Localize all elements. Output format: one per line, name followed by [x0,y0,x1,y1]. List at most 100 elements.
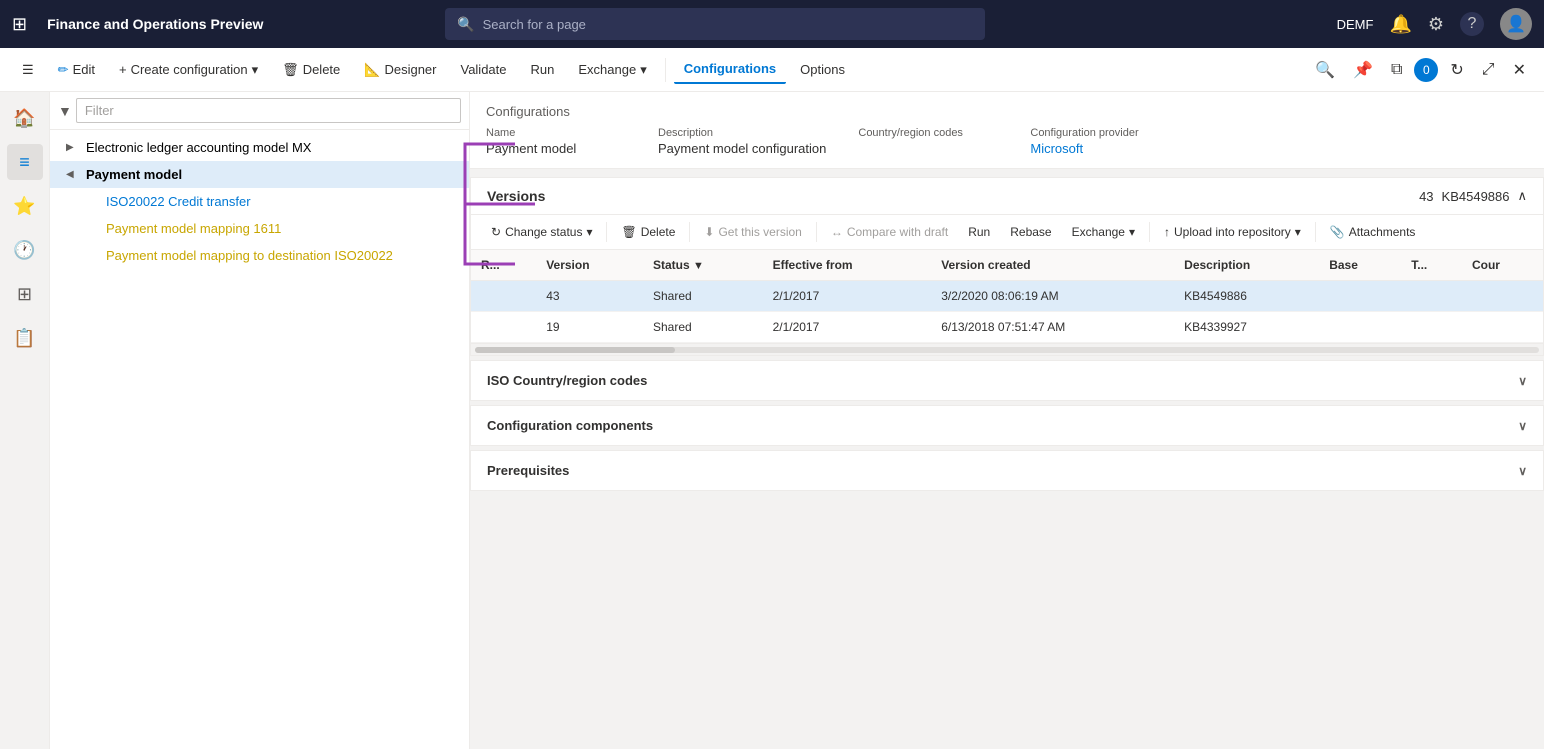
options-tab[interactable]: Options [790,56,855,83]
status-filter-icon[interactable]: ▼ [693,260,704,272]
versions-table-container: R... Version Status ▼ Effective from Ver… [471,250,1543,343]
toolbar-sep-2 [689,222,690,242]
exchange-versions-button[interactable]: Exchange ▾ [1064,221,1143,243]
sidebar-icon-clock[interactable]: 🕐 [7,232,43,268]
tree-item-payment-model[interactable]: ◀ Payment model [50,161,469,188]
sidebar-icon-notes[interactable]: 📋 [7,320,43,356]
versions-header: Versions 43 KB4549886 ∧ [471,178,1543,215]
table-row[interactable]: 43 Shared 2/1/2017 3/2/2020 08:06:19 AM … [471,281,1543,312]
table-row[interactable]: 19 Shared 2/1/2017 6/13/2018 07:51:47 AM… [471,312,1543,343]
tree-item-payment-mapping-dest[interactable]: Payment model mapping to destination ISO… [50,242,469,269]
command-bar: ☰ ✏ Edit + Create configuration ▾ 🗑 Dele… [0,48,1544,92]
tree-content: ▶ Electronic ledger accounting model MX … [50,130,469,749]
sidebar-left: 🏠 ≡ ⭐ 🕐 ⊞ 📋 [0,92,50,749]
exchange-button[interactable]: Exchange ▾ [568,56,656,84]
run-versions-button[interactable]: Run [960,221,998,243]
sidebar-icon-grid[interactable]: ⊞ [7,276,43,312]
refresh-button[interactable]: 0 [1414,58,1438,82]
upload-repository-button[interactable]: ↑ Upload into repository ▾ [1156,221,1309,243]
edit-button[interactable]: ✏ Edit [48,56,105,84]
tree-item-label: ISO20022 Credit transfer [106,194,461,209]
prerequisites-header[interactable]: Prerequisites ∨ [471,451,1543,490]
scroll-thumb[interactable] [475,347,675,353]
validate-button[interactable]: Validate [450,56,516,83]
get-version-icon: ⬇ [704,225,714,239]
delete-button[interactable]: 🗑 Delete [272,56,350,84]
main-layout: 🏠 ≡ ⭐ 🕐 ⊞ 📋 ▼ ▶ Electronic ledger accoun… [0,92,1544,749]
rebase-button[interactable]: Rebase [1002,221,1059,243]
filter-input[interactable] [76,98,461,123]
sidebar-icon-home[interactable]: 🏠 [7,100,43,136]
th-r: R... [471,250,536,281]
field-value-provider[interactable]: Microsoft [1030,141,1170,156]
command-bar-right: 🔍 📌 ⧉ 0 ↻ ⤢ ✕ [1309,54,1532,86]
designer-button[interactable]: 📐 Designer [354,56,446,84]
cell-version: 19 [536,312,643,343]
horizontal-scrollbar[interactable] [471,343,1543,355]
tree-item-label: Payment model mapping 1611 [106,221,461,236]
cell-status: Shared [643,312,763,343]
tree-toolbar: ▼ [50,92,469,130]
versions-title: Versions [487,188,545,204]
th-base: Base [1319,250,1401,281]
versions-kb: KB4549886 [1442,189,1510,204]
toolbar-sep-1 [606,222,607,242]
reload-button[interactable]: ↻ [1444,54,1469,86]
create-config-button[interactable]: + Create configuration ▾ [109,56,268,84]
compare-button[interactable]: ↔ Compare with draft [823,221,956,243]
search-bar[interactable]: 🔍 Search for a page [445,8,985,40]
prerequisites-chevron: ∨ [1518,464,1527,478]
versions-delete-button[interactable]: 🗑 Delete [613,221,683,243]
cell-r [471,312,536,343]
close-button[interactable]: ✕ [1507,54,1532,86]
th-status: Status ▼ [643,250,763,281]
iso-country-header[interactable]: ISO Country/region codes ∨ [471,361,1543,400]
notification-icon[interactable]: 🔔 [1389,14,1411,35]
refresh-icon: ↻ [491,225,501,239]
prerequisites-title: Prerequisites [487,463,569,478]
iso-country-chevron: ∨ [1518,374,1527,388]
sidebar-icon-star[interactable]: ⭐ [7,188,43,224]
get-version-button[interactable]: ⬇ Get this version [696,221,809,243]
tree-item-label: Payment model mapping to destination ISO… [106,248,461,263]
settings-icon[interactable]: ⚙ [1428,14,1444,35]
cell-r [471,281,536,312]
split-view-button[interactable]: ⧉ [1385,55,1408,85]
grid-icon[interactable]: ⊞ [12,14,27,35]
cell-t [1401,312,1462,343]
cell-cour [1462,312,1543,343]
create-icon: + [119,62,127,77]
config-components-chevron: ∨ [1518,419,1527,433]
scroll-track [475,347,1539,353]
config-components-header[interactable]: Configuration components ∨ [471,406,1543,445]
upload-chevron: ▾ [1295,225,1301,239]
run-button[interactable]: Run [521,56,565,83]
cell-version: 43 [536,281,643,312]
field-label-country: Country/region codes [858,127,998,139]
pin-button[interactable]: 📌 [1347,54,1379,86]
compare-icon: ↔ [831,225,843,239]
filter-icon[interactable]: ▼ [58,103,72,119]
search-button[interactable]: 🔍 [1309,54,1341,86]
tree-item-iso20022[interactable]: ISO20022 Credit transfer [50,188,469,215]
tree-item-payment-mapping-1611[interactable]: Payment model mapping 1611 [50,215,469,242]
field-label-provider: Configuration provider [1030,127,1170,139]
help-icon[interactable]: ? [1460,12,1484,36]
search-icon: 🔍 [457,16,474,33]
edit-icon: ✏ [58,62,69,78]
exchange-chevron: ▾ [1129,225,1135,239]
tree-item-label: Payment model [86,167,461,182]
attachments-button[interactable]: 📎 Attachments [1322,221,1424,243]
avatar[interactable]: 👤 [1500,8,1532,40]
sidebar-icon-list[interactable]: ≡ [7,144,43,180]
configurations-tab[interactable]: Configurations [674,55,786,84]
cell-t [1401,281,1462,312]
versions-collapse-icon[interactable]: ∧ [1517,188,1527,204]
cell-cour [1462,281,1543,312]
tree-item-electronic-ledger[interactable]: ▶ Electronic ledger accounting model MX [50,134,469,161]
expand-button[interactable]: ⤢ [1476,55,1501,85]
toolbar-sep-5 [1315,222,1316,242]
change-status-button[interactable]: ↻ Change status ▾ [483,221,600,243]
iso-country-section: ISO Country/region codes ∨ [470,360,1544,401]
hamburger-button[interactable]: ☰ [12,56,44,84]
